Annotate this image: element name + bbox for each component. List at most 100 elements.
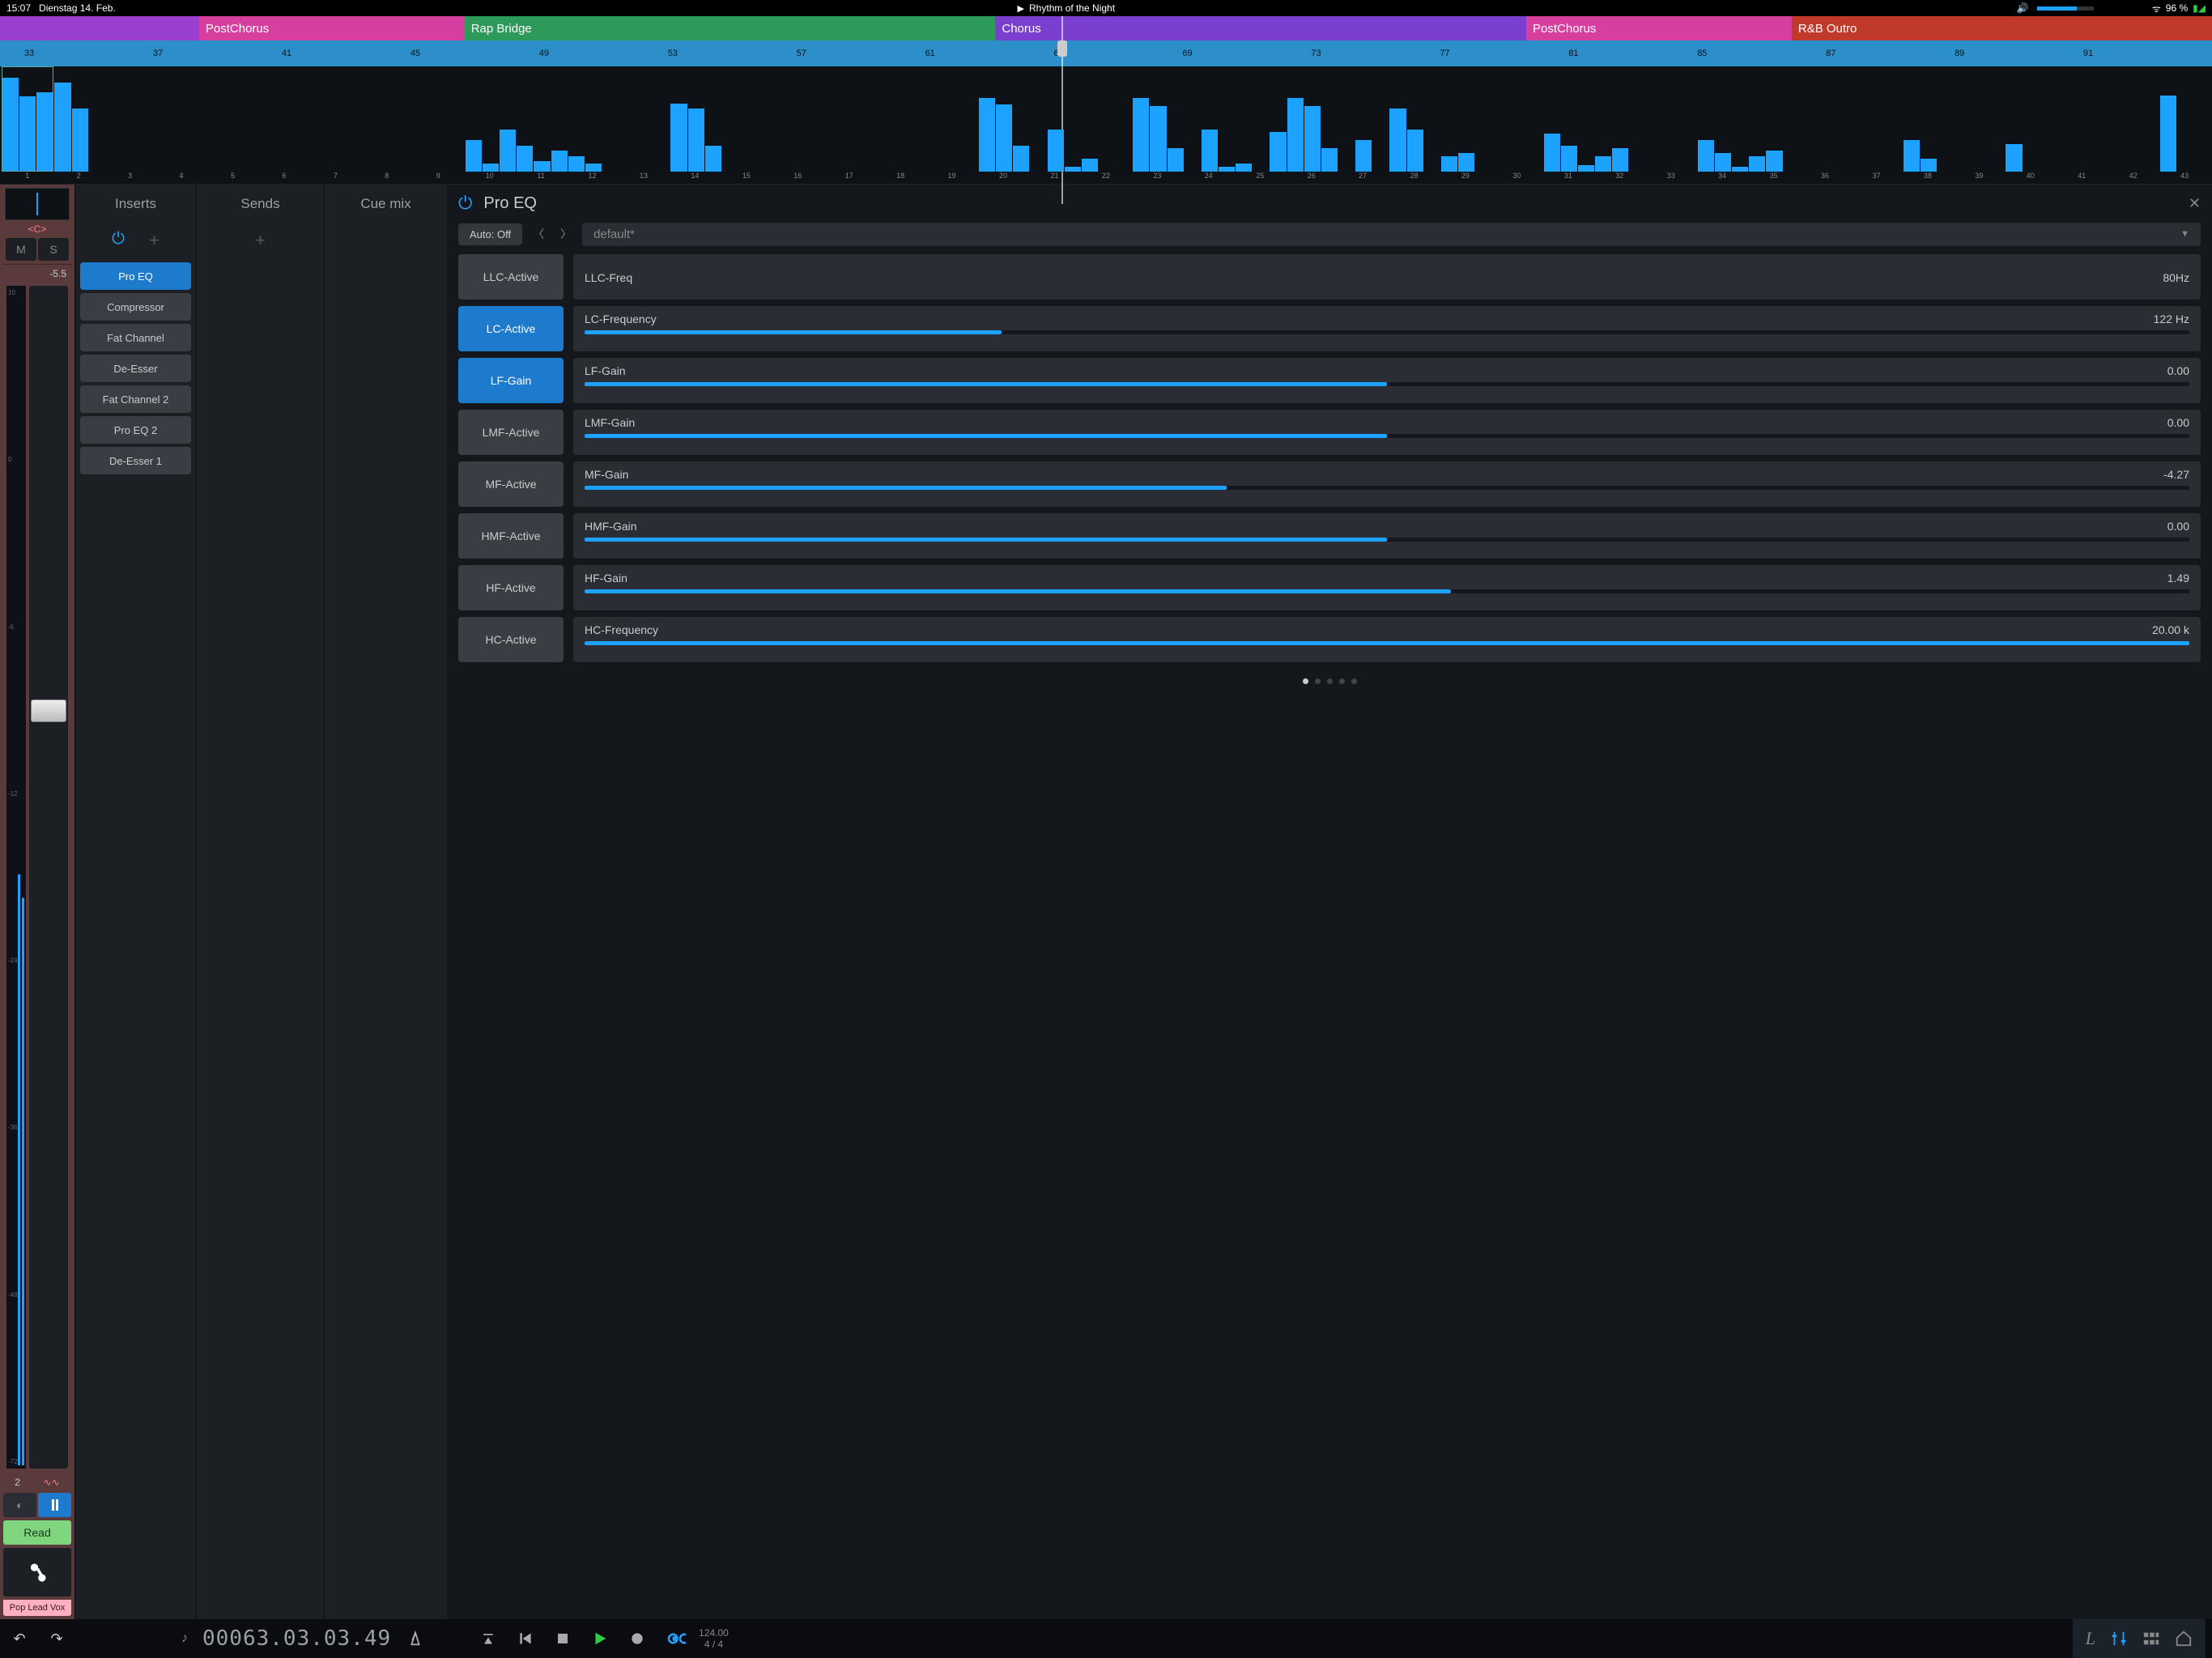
play-button[interactable] xyxy=(587,1626,613,1652)
param-slider[interactable]: HC-Frequency20.00 k xyxy=(573,617,2201,662)
param-slider[interactable]: LLC-Freq80Hz xyxy=(573,254,2201,300)
overview-track[interactable] xyxy=(670,66,721,172)
insert-slot[interactable]: Pro EQ xyxy=(80,262,191,290)
home-icon[interactable] xyxy=(2175,1630,2193,1647)
overview-track[interactable] xyxy=(1749,66,1799,172)
overview-track[interactable] xyxy=(1698,66,1748,172)
overview-track[interactable] xyxy=(1133,66,1183,172)
track-overview[interactable] xyxy=(0,66,2212,172)
preset-next-icon[interactable]: 〉 xyxy=(555,222,577,246)
pan-display[interactable] xyxy=(5,188,70,220)
fader-handle[interactable] xyxy=(31,699,66,722)
redo-button[interactable]: ↷ xyxy=(44,1626,70,1652)
rewind-button[interactable] xyxy=(513,1626,538,1652)
close-icon[interactable]: ✕ xyxy=(2189,195,2201,212)
overview-track[interactable] xyxy=(2057,66,2108,172)
arrangement-marker[interactable]: PostChorus xyxy=(1526,16,1792,40)
tempo-display[interactable]: 124.00 4 / 4 xyxy=(699,1627,729,1651)
param-toggle[interactable]: HC-Active xyxy=(458,617,564,662)
overview-track[interactable] xyxy=(1955,66,2005,172)
overview-track[interactable] xyxy=(2006,66,2056,172)
arrangement-marker[interactable]: Rap Bridge xyxy=(465,16,996,40)
overview-track[interactable] xyxy=(876,66,926,172)
insert-slot[interactable]: De-Esser xyxy=(80,355,191,382)
waveform-icon[interactable]: ∿∿ xyxy=(44,1477,60,1488)
overview-track[interactable] xyxy=(54,66,104,172)
overview-track[interactable] xyxy=(1030,66,1080,172)
overview-track[interactable] xyxy=(106,66,156,172)
overview-track[interactable] xyxy=(1852,66,1902,172)
param-toggle[interactable]: LLC-Active xyxy=(458,254,564,300)
automation-mode-button[interactable]: Read xyxy=(3,1520,71,1545)
overview-track[interactable] xyxy=(466,66,516,172)
param-slider[interactable]: LF-Gain0.00 xyxy=(573,358,2201,403)
param-slider[interactable]: HMF-Gain0.00 xyxy=(573,513,2201,559)
overview-track[interactable] xyxy=(1082,66,1132,172)
overview-track[interactable] xyxy=(1185,66,1235,172)
overview-track[interactable] xyxy=(825,66,875,172)
overview-track[interactable] xyxy=(979,66,1029,172)
monitor-button[interactable]: ◐ xyxy=(3,1493,36,1517)
overview-track[interactable] xyxy=(1492,66,1542,172)
overview-track[interactable] xyxy=(1236,66,1286,172)
insert-slot[interactable]: Fat Channel xyxy=(80,324,191,351)
inserts-power-icon[interactable]: ⏻ xyxy=(112,230,125,251)
overview-track[interactable] xyxy=(312,66,362,172)
overview-track[interactable] xyxy=(928,66,978,172)
overview-track[interactable] xyxy=(1801,66,1851,172)
param-slider[interactable]: LC-Frequency122 Hz xyxy=(573,306,2201,351)
param-toggle[interactable]: LMF-Active xyxy=(458,410,564,455)
overview-track[interactable] xyxy=(1338,66,1389,172)
overview-track[interactable] xyxy=(517,66,567,172)
solo-button[interactable]: S xyxy=(38,238,69,261)
param-toggle[interactable]: LC-Active xyxy=(458,306,564,351)
arrangement-markers[interactable]: PostChorusRap BridgeChorusPostChorusR&B … xyxy=(0,16,2212,40)
plugin-power-icon[interactable]: ⏻ xyxy=(458,193,472,214)
overview-track[interactable] xyxy=(1441,66,1491,172)
overview-track[interactable] xyxy=(1647,66,1697,172)
overview-track[interactable] xyxy=(2160,66,2210,172)
overview-track[interactable] xyxy=(1287,66,1338,172)
overview-track[interactable] xyxy=(363,66,413,172)
grid-view-icon[interactable] xyxy=(2142,1630,2160,1647)
overview-track[interactable] xyxy=(260,66,310,172)
overview-track[interactable] xyxy=(773,66,823,172)
preset-prev-icon[interactable]: 〈 xyxy=(527,222,550,246)
param-toggle[interactable]: HMF-Active xyxy=(458,513,564,559)
overview-track[interactable] xyxy=(722,66,772,172)
overview-track[interactable] xyxy=(1389,66,1440,172)
preset-selector[interactable]: default* ▼ xyxy=(582,223,2201,246)
arrangement-marker[interactable]: Chorus xyxy=(995,16,1526,40)
overview-track[interactable] xyxy=(414,66,464,172)
overview-track[interactable] xyxy=(1544,66,1594,172)
undo-button[interactable]: ↶ xyxy=(6,1626,32,1652)
latency-icon[interactable]: L xyxy=(2086,1628,2095,1649)
overview-track[interactable] xyxy=(1595,66,1645,172)
go-to-start-button[interactable] xyxy=(475,1626,501,1652)
insert-slot[interactable]: Compressor xyxy=(80,293,191,321)
add-insert-icon[interactable]: + xyxy=(149,230,160,251)
param-toggle[interactable]: HF-Active xyxy=(458,565,564,610)
param-slider[interactable]: MF-Gain-4.27 xyxy=(573,461,2201,507)
overview-track[interactable] xyxy=(157,66,207,172)
param-toggle[interactable]: MF-Active xyxy=(458,461,564,507)
param-slider[interactable]: HF-Gain1.49 xyxy=(573,565,2201,610)
metronome-button[interactable] xyxy=(402,1626,428,1652)
loop-button[interactable] xyxy=(661,1626,687,1652)
mute-button[interactable]: M xyxy=(6,238,36,261)
arrangement-marker[interactable]: R&B Outro xyxy=(1792,16,2212,40)
fader[interactable] xyxy=(29,286,68,1469)
param-slider[interactable]: LMF-Gain0.00 xyxy=(573,410,2201,455)
stop-button[interactable] xyxy=(550,1626,576,1652)
record-button[interactable] xyxy=(624,1626,650,1652)
arrangement-marker[interactable]: PostChorus xyxy=(199,16,465,40)
overview-track[interactable] xyxy=(619,66,670,172)
overview-track[interactable] xyxy=(1904,66,1954,172)
transport-position[interactable]: 00063.03.03.49 xyxy=(202,1626,391,1651)
overview-track[interactable] xyxy=(209,66,259,172)
overview-track[interactable] xyxy=(568,66,619,172)
mixer-settings-icon[interactable] xyxy=(2110,1630,2128,1647)
overview-track[interactable] xyxy=(2108,66,2159,172)
channel-name[interactable]: Pop Lead Vox xyxy=(3,1600,71,1616)
insert-slot[interactable]: De-Esser 1 xyxy=(80,447,191,474)
